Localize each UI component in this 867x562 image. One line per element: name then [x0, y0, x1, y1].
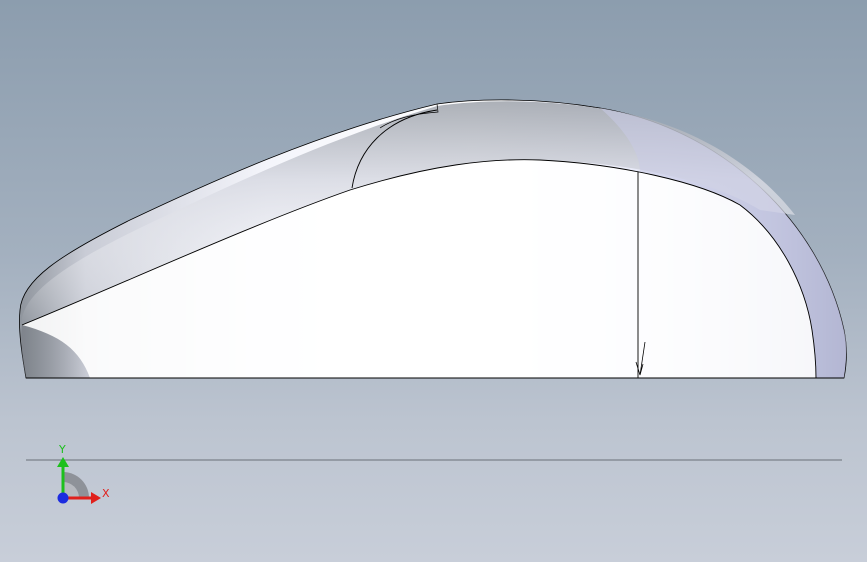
3d-graphics-viewport[interactable]: Y X	[0, 0, 867, 562]
y-axis-arrowhead	[57, 457, 69, 467]
triad-y-label: Y	[59, 443, 66, 456]
model-canvas[interactable]	[0, 0, 867, 562]
triad-x-label: X	[102, 487, 110, 500]
orientation-triad[interactable]	[57, 457, 101, 504]
x-axis-arrowhead	[91, 492, 101, 504]
z-axis-dot	[57, 492, 69, 504]
